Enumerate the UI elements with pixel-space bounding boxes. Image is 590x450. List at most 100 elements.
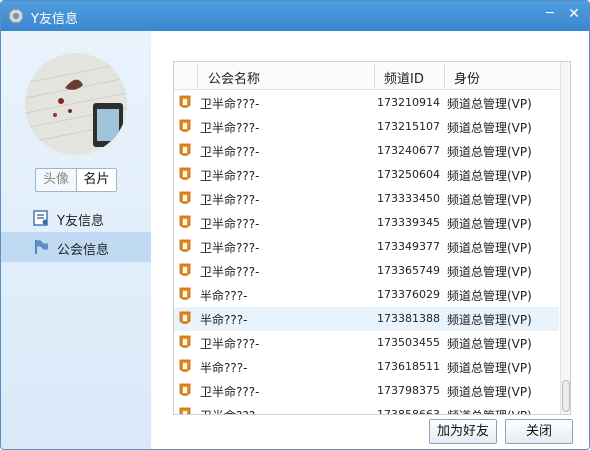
- channel-id-cell: 173618511: [377, 360, 440, 373]
- role-cell: 频道总管理(VP): [447, 193, 532, 207]
- role-cell: 频道总管理(VP): [447, 217, 532, 231]
- guild-position-icon: [179, 119, 191, 132]
- sidebar-item-guild-info[interactable]: 公会信息: [1, 232, 151, 262]
- channel-id-cell: 173333450: [377, 192, 440, 205]
- channel-id-cell: 173381388: [377, 312, 440, 325]
- channel-id-cell: 173858663: [377, 408, 440, 415]
- column-header-channel-id[interactable]: 频道ID: [384, 68, 424, 87]
- column-divider: [197, 64, 198, 88]
- table-header: 公会名称 频道ID 身份: [174, 62, 559, 90]
- window: Y友信息 ─ ✕ 头像 名片 Y友信息 公会信息 公会名称 频道ID 身份 卫半…: [0, 0, 590, 450]
- table-row[interactable]: 卫半命???- 173339345 频道总管理(VP): [174, 211, 559, 235]
- sidebar-item-friend-info[interactable]: Y友信息: [1, 203, 151, 233]
- column-header-role[interactable]: 身份: [454, 68, 480, 87]
- table-row[interactable]: 卫半命???- 173250604 频道总管理(VP): [174, 163, 559, 187]
- guild-info-panel: 公会名称 频道ID 身份 卫半命???- 173210914 频道总管理(VP) 卫半…: [151, 31, 589, 449]
- title-bar[interactable]: Y友信息 ─ ✕: [1, 1, 589, 31]
- role-cell: 频道总管理(VP): [447, 289, 532, 303]
- guild-name-cell: 卫半命???-: [200, 217, 260, 231]
- table-row[interactable]: 卫半命???- 173349377 频道总管理(VP): [174, 235, 559, 259]
- avatar-view-toggle: 头像 名片: [35, 168, 117, 192]
- guild-table: 公会名称 频道ID 身份 卫半命???- 173210914 频道总管理(VP) 卫半…: [173, 61, 571, 415]
- vertical-scrollbar[interactable]: [560, 62, 570, 414]
- tab-avatar[interactable]: 头像: [36, 169, 76, 191]
- channel-id-cell: 173240677: [377, 144, 440, 157]
- guild-name-cell: 半命???-: [200, 313, 248, 327]
- role-cell: 频道总管理(VP): [447, 97, 532, 111]
- channel-id-cell: 173503455: [377, 336, 440, 349]
- table-row[interactable]: 半命???- 173381388 频道总管理(VP): [174, 307, 559, 331]
- guild-position-icon: [179, 359, 191, 372]
- avatar-photo: [25, 53, 127, 155]
- channel-id-cell: 173250604: [377, 168, 440, 181]
- guild-position-icon: [179, 335, 191, 348]
- add-friend-button[interactable]: 加为好友: [429, 419, 497, 444]
- role-cell: 频道总管理(VP): [447, 265, 532, 279]
- channel-id-cell: 173798375: [377, 384, 440, 397]
- table-row[interactable]: 卫半命???- 173333450 频道总管理(VP): [174, 187, 559, 211]
- guild-name-cell: 卫半命???-: [200, 241, 260, 255]
- role-cell: 频道总管理(VP): [447, 145, 532, 159]
- guild-position-icon: [179, 167, 191, 180]
- guild-name-cell: 卫半命???-: [200, 337, 260, 351]
- close-window-button[interactable]: ✕: [565, 5, 583, 23]
- table-row[interactable]: 卫半命???- 173858663 频道总管理(VP): [174, 403, 559, 415]
- table-row[interactable]: 卫半命???- 173215107 频道总管理(VP): [174, 115, 559, 139]
- column-divider: [444, 64, 445, 88]
- guild-position-icon: [179, 287, 191, 300]
- table-row[interactable]: 半命???- 173376029 频道总管理(VP): [174, 283, 559, 307]
- table-row[interactable]: 半命???- 173618511 频道总管理(VP): [174, 355, 559, 379]
- guild-name-cell: 卫半命???-: [200, 121, 260, 135]
- scrollbar-thumb[interactable]: [562, 380, 570, 412]
- table-row[interactable]: 卫半命???- 173240677 频道总管理(VP): [174, 139, 559, 163]
- guild-name-cell: 卫半命???-: [200, 145, 260, 159]
- window-title: Y友信息: [31, 12, 78, 27]
- table-row[interactable]: 卫半命???- 173365749 频道总管理(VP): [174, 259, 559, 283]
- channel-id-cell: 173339345: [377, 216, 440, 229]
- channel-id-cell: 173349377: [377, 240, 440, 253]
- guild-position-icon: [179, 191, 191, 204]
- guild-position-icon: [179, 215, 191, 228]
- channel-id-cell: 173210914: [377, 96, 440, 109]
- role-cell: 频道总管理(VP): [447, 121, 532, 135]
- channel-id-cell: 173376029: [377, 288, 440, 301]
- guild-position-icon: [179, 383, 191, 396]
- gear-logo-icon: [7, 7, 25, 25]
- role-cell: 频道总管理(VP): [447, 169, 532, 183]
- guild-position-icon: [179, 95, 191, 108]
- role-cell: 频道总管理(VP): [447, 313, 532, 327]
- avatar[interactable]: [25, 53, 127, 155]
- role-cell: 频道总管理(VP): [447, 385, 532, 399]
- guild-position-icon: [179, 239, 191, 252]
- table-row[interactable]: 卫半命???- 173798375 频道总管理(VP): [174, 379, 559, 403]
- guild-position-icon: [179, 143, 191, 156]
- guild-position-icon: [179, 311, 191, 324]
- close-button[interactable]: 关闭: [505, 419, 573, 444]
- column-header-guild-name[interactable]: 公会名称: [208, 68, 260, 87]
- table-body: 卫半命???- 173210914 频道总管理(VP) 卫半命???- 17321510…: [174, 91, 559, 415]
- guild-name-cell: 卫半命???-: [200, 169, 260, 183]
- flag-icon: [35, 240, 48, 254]
- guild-position-icon: [179, 263, 191, 276]
- guild-name-cell: 半命???-: [200, 289, 248, 303]
- profile-card-icon: [33, 210, 48, 226]
- guild-position-icon: [179, 407, 191, 414]
- channel-id-cell: 173365749: [377, 264, 440, 277]
- table-row[interactable]: 卫半命???- 173210914 频道总管理(VP): [174, 91, 559, 115]
- guild-name-cell: 卫半命???-: [200, 97, 260, 111]
- sidebar-item-label: 公会信息: [57, 243, 110, 258]
- guild-name-cell: 半命???-: [200, 361, 248, 375]
- guild-name-cell: 卫半命???-: [200, 193, 260, 207]
- guild-name-cell: 卫半命???-: [200, 265, 260, 279]
- role-cell: 频道总管理(VP): [447, 407, 532, 414]
- role-cell: 频道总管理(VP): [447, 241, 532, 255]
- minimize-button[interactable]: ─: [541, 5, 559, 23]
- role-cell: 频道总管理(VP): [447, 337, 532, 351]
- tab-name-card[interactable]: 名片: [76, 169, 116, 191]
- channel-id-cell: 173215107: [377, 120, 440, 133]
- sidebar: 头像 名片 Y友信息 公会信息: [1, 31, 151, 449]
- table-row[interactable]: 卫半命???- 173503455 频道总管理(VP): [174, 331, 559, 355]
- column-divider: [374, 64, 375, 88]
- dialog-body: 头像 名片 Y友信息 公会信息 公会名称 频道ID 身份 卫半命???- 173…: [1, 31, 589, 449]
- sidebar-item-label: Y友信息: [57, 214, 104, 229]
